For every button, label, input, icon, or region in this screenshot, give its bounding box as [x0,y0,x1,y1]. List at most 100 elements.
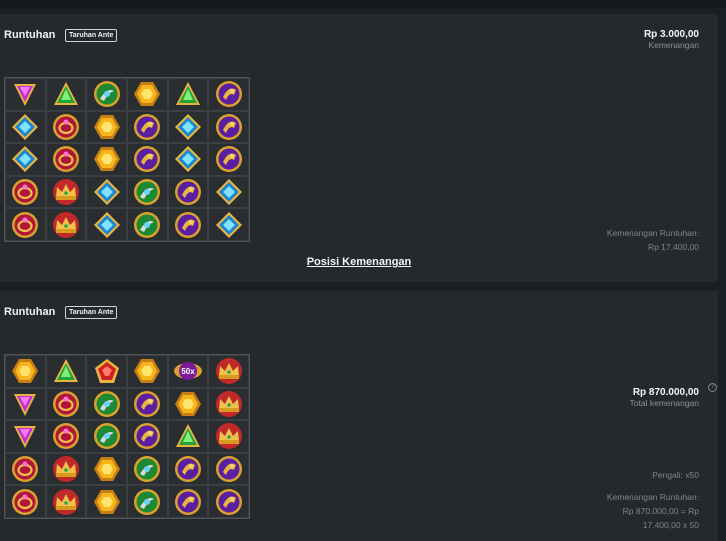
round-title: Runtuhan [4,306,56,318]
grid-cell [126,452,168,486]
grid-cell [167,387,209,421]
crown-icon [51,210,81,240]
grid-cell [208,485,249,518]
yellow-hexagon-gem-icon [132,79,162,109]
multiplier-orb-icon: 50x [173,356,203,386]
grid-cell [5,208,46,241]
tumble-win-info: Kemenangan Runtuhan: Rp 17.400,00 [607,226,699,254]
purple-amulet-icon [173,177,203,207]
green-orb-icon [92,389,122,419]
grid-cell [45,485,87,518]
grid-cell [126,208,168,241]
grid-cell [5,143,46,176]
grid-cell [126,110,168,144]
multiplier-info: Pengali: x50 [652,468,699,482]
blue-diamond-gem-icon [92,177,122,207]
red-ring-icon [10,210,40,240]
grid-cell [5,110,46,144]
grid-cell [208,355,249,388]
grid-cell [45,452,87,486]
red-ring-icon [51,389,81,419]
green-triangle-gem-icon [173,79,203,109]
blue-diamond-gem-icon [214,210,244,240]
grid-cell [45,387,87,421]
green-triangle-gem-icon [173,421,203,451]
grid-cell [45,175,87,209]
purple-amulet-icon [173,487,203,517]
yellow-hexagon-gem-icon [132,356,162,386]
purple-amulet-icon [132,389,162,419]
grid-cell [86,110,127,144]
grid-cell [167,110,209,144]
red-ring-icon [51,144,81,174]
yellow-hexagon-gem-icon [92,454,122,484]
grid-cell [208,420,249,453]
win-label: Kemenangan [648,40,699,50]
grid-cell [167,208,209,241]
yellow-hexagon-gem-icon [92,487,122,517]
green-orb-icon [132,454,162,484]
red-ring-icon [10,177,40,207]
total-win-amount: Rp 870.000,00 [632,387,699,398]
tumble-formula-line-1: Rp 870.000,00 = Rp [622,506,699,516]
crown-icon [214,389,244,419]
blue-diamond-gem-icon [10,144,40,174]
grid-cell [167,420,209,453]
win-summary: Rp 3.000,00 Kemenangan [644,29,699,50]
grid-cell [86,78,127,111]
ante-bet-badge: Taruhan Ante [65,29,118,42]
grid-cell: 50x [167,355,209,388]
grid-cell [208,452,249,486]
winning-positions-link[interactable]: Posisi Kemenangan [0,256,718,268]
yellow-hexagon-gem-icon [92,112,122,142]
info-icon[interactable]: ? [708,383,717,392]
purple-amulet-icon [214,144,244,174]
grid-cell [86,208,127,241]
multiplier-label: Pengali: x50 [652,470,699,480]
green-triangle-gem-icon [51,356,81,386]
grid-cell [86,143,127,176]
purple-amulet-icon [214,454,244,484]
grid-cell [167,452,209,486]
green-orb-icon [92,79,122,109]
grid-cell [45,143,87,176]
grid-cell [45,355,87,388]
grid-cell [126,143,168,176]
ante-bet-badge: Taruhan Ante [65,306,118,319]
grid-cell [208,387,249,421]
purple-amulet-icon [132,421,162,451]
red-ring-icon [10,487,40,517]
grid-cell [126,78,168,111]
tumble-round-card: Runtuhan Taruhan Ante Rp 3.000,00 Kemena… [0,14,718,282]
total-win-summary: Rp 870.000,00 Total kemenangan [630,387,699,408]
grid-cell [5,485,46,518]
tumble-formula-line-2: 17.400,00 x 50 [642,520,699,530]
grid-cell [86,387,127,421]
blue-diamond-gem-icon [173,144,203,174]
purple-amulet-icon [214,487,244,517]
red-ring-icon [10,454,40,484]
top-bar [0,0,726,8]
green-triangle-gem-icon [51,79,81,109]
purple-amulet-icon [173,454,203,484]
symbol-grid [4,77,250,242]
grid-cell [45,208,87,241]
purple-triangle-gem-icon [10,389,40,419]
blue-diamond-gem-icon [173,112,203,142]
grid-cell [86,355,127,388]
crown-icon [214,356,244,386]
tumble-win-label: Kemenangan Runtuhan: [606,492,699,502]
blue-diamond-gem-icon [214,177,244,207]
grid-cell [208,175,249,209]
grid-cell [86,452,127,486]
grid-cell [86,175,127,209]
total-win-label: Total kemenangan [629,398,699,408]
grid-cell [45,420,87,453]
grid-cell [5,387,46,421]
svg-text:50x: 50x [181,367,195,376]
blue-diamond-gem-icon [10,112,40,142]
grid-cell [208,78,249,111]
purple-amulet-icon [173,210,203,240]
symbol-grid: 50x [4,354,250,519]
grid-cell [126,355,168,388]
